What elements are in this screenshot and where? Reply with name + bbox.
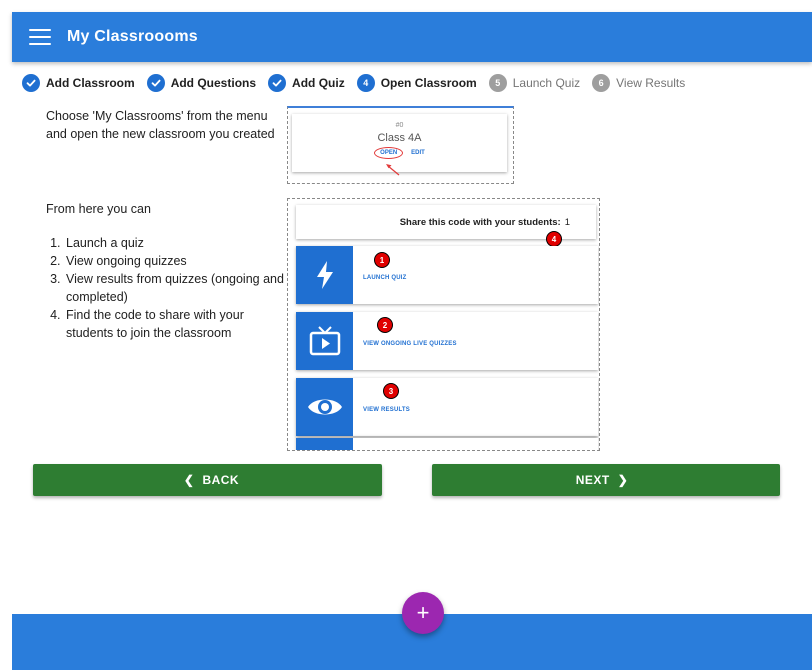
classroom-card-screenshot: #0 Class 4A OPEN EDIT — [287, 106, 514, 184]
page: My Classroooms Add Classroom Add Questio… — [0, 0, 812, 670]
step-number: 6 — [592, 74, 611, 92]
list-item: Find the code to share with your student… — [64, 306, 286, 342]
step-label: Add Quiz — [292, 76, 345, 90]
back-button[interactable]: ❮ BACK — [33, 464, 382, 496]
step-label: View Results — [616, 76, 686, 90]
step-number: 4 — [356, 74, 375, 92]
red-arrow-icon — [386, 164, 400, 176]
classroom-view-screenshot: Share this code with your students: 1 4 … — [287, 198, 600, 451]
step-add-quiz[interactable]: Add Quiz — [268, 74, 345, 92]
back-button-label: BACK — [202, 473, 240, 487]
check-icon — [268, 74, 287, 92]
share-code-label: Share this code with your students: — [399, 216, 561, 228]
step-badge: 2 — [378, 318, 392, 332]
card-actions: OPEN EDIT — [292, 147, 507, 159]
step-label: Add Classroom — [46, 76, 135, 90]
features-list: Launch a quiz View ongoing quizzes View … — [46, 234, 286, 342]
add-fab-button[interactable]: + — [402, 592, 444, 634]
check-icon — [22, 74, 40, 92]
open-button[interactable]: OPEN — [374, 147, 404, 159]
list-item: View ongoing quizzes — [64, 252, 286, 270]
row-label: VIEW ONGOING LIVE QUIZZES — [363, 341, 457, 347]
launch-quiz-row[interactable]: LAUNCH QUIZ — [296, 246, 598, 304]
row-label: LAUNCH QUIZ — [363, 275, 407, 281]
view-results-row[interactable]: VIEW RESULTS — [296, 378, 598, 436]
step-badge: 1 — [375, 253, 389, 267]
list-item: View results from quizzes (ongoing and c… — [64, 270, 286, 306]
view-ongoing-quizzes-row[interactable]: VIEW ONGOING LIVE QUIZZES — [296, 312, 598, 370]
step-badge: 4 — [547, 232, 561, 246]
check-icon — [146, 74, 165, 92]
step-launch-quiz[interactable]: 5 Launch Quiz — [488, 74, 581, 92]
next-button[interactable]: NEXT ❯ — [432, 464, 780, 496]
features-intro: From here you can — [46, 202, 151, 216]
classroom-name: Class 4A — [377, 132, 422, 144]
step-badge: 3 — [384, 384, 398, 398]
app-bar: My Classroooms — [12, 12, 812, 62]
step-add-classroom[interactable]: Add Classroom — [22, 74, 135, 92]
tv-play-icon — [296, 312, 353, 370]
app-title: My Classroooms — [67, 28, 198, 45]
step-open-classroom[interactable]: 4 Open Classroom — [356, 74, 477, 92]
step-label: Launch Quiz — [512, 76, 581, 90]
next-button-label: NEXT — [575, 473, 610, 487]
hamburger-menu-icon[interactable] — [29, 29, 51, 45]
chevron-left-icon: ❮ — [183, 473, 195, 487]
classroom-number: #0 — [395, 122, 404, 129]
chevron-right-icon: ❯ — [617, 473, 629, 487]
partial-row — [296, 438, 598, 450]
step-view-results[interactable]: 6 View Results — [592, 74, 685, 92]
step-label: Open Classroom — [380, 76, 477, 90]
share-code-value: 1 — [564, 216, 570, 228]
classroom-features-instruction: From here you can Launch a quiz View ong… — [46, 200, 286, 342]
step-label: Add Questions — [170, 76, 257, 90]
stepper: Add Classroom Add Questions Add Quiz 4 O… — [22, 73, 697, 93]
row-icon — [296, 438, 353, 450]
step-number: 5 — [488, 74, 507, 92]
row-label: VIEW RESULTS — [363, 407, 410, 413]
lightning-icon — [296, 246, 353, 304]
eye-icon — [296, 378, 353, 436]
step-add-questions[interactable]: Add Questions — [146, 74, 257, 92]
open-classroom-instruction: Choose 'My Classrooms' from the menu and… — [46, 109, 275, 141]
edit-button[interactable]: EDIT — [411, 147, 425, 159]
list-item: Launch a quiz — [64, 234, 286, 252]
